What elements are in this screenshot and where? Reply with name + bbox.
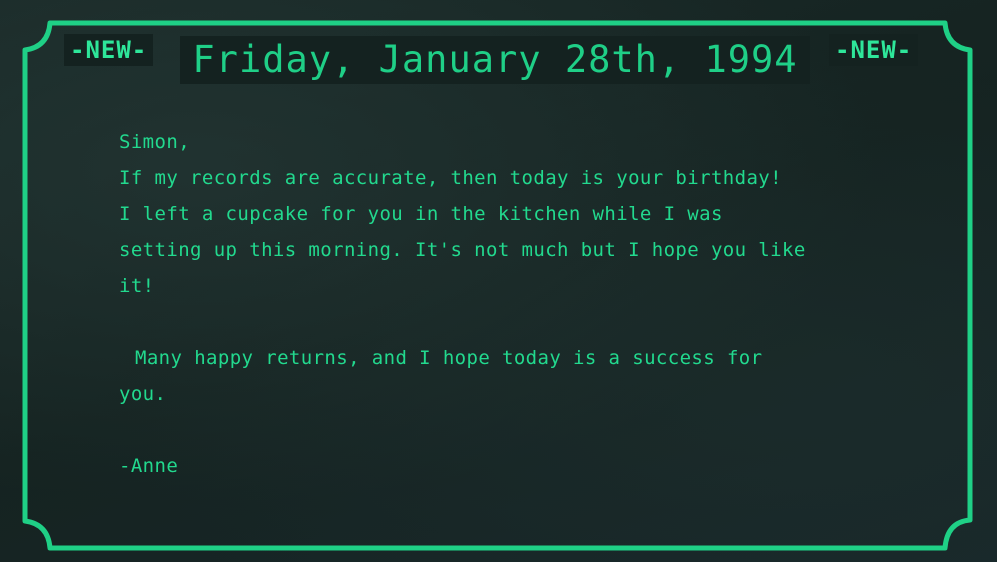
closing-line: you.	[119, 383, 167, 405]
date-title: Friday, January 28th, 1994	[180, 36, 810, 84]
greeting: Simon,	[119, 131, 191, 153]
body-line: I left a cupcake for you in the kitchen …	[119, 203, 723, 225]
letter-body: Simon, If my records are accurate, then …	[119, 124, 889, 484]
new-badge-left: -NEW-	[64, 34, 154, 66]
signature: -Anne	[119, 455, 179, 477]
closing-line: Many happy returns, and I hope today is …	[135, 347, 763, 369]
body-line: If my records are accurate, then today i…	[119, 167, 782, 189]
new-badge-right: -NEW-	[829, 34, 919, 66]
body-line: it!	[119, 275, 155, 297]
body-line: setting up this morning. It's not much b…	[119, 239, 806, 261]
